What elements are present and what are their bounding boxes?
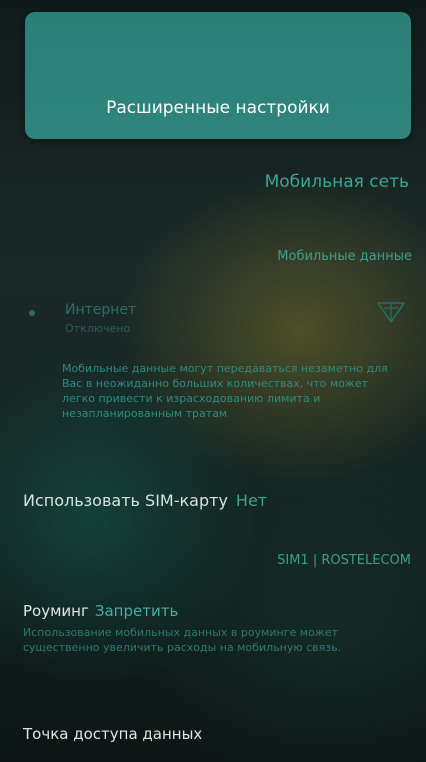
subsection-title-mobile-data: Мобильные данные bbox=[277, 249, 412, 264]
sim-card-label: Использовать SIM-карту bbox=[23, 491, 228, 510]
internet-toggle-row[interactable]: Интернет Отключено bbox=[23, 298, 413, 348]
internet-label: Интернет bbox=[65, 302, 137, 318]
roaming-value: Запретить bbox=[94, 602, 179, 620]
section-title-mobile-network: Мобильная сеть bbox=[264, 172, 409, 192]
internet-status-dot-icon bbox=[29, 310, 35, 316]
mobile-data-warning: Мобильные данные могут передаваться неза… bbox=[62, 362, 388, 420]
roaming-label: Роуминг bbox=[23, 602, 89, 620]
apn-settings-item[interactable]: Точка доступа данных bbox=[23, 725, 202, 743]
sim-card-value: Нет bbox=[235, 491, 268, 510]
sim-card-setting[interactable]: Использовать SIM-карту Нет bbox=[23, 491, 267, 510]
roaming-setting[interactable]: Роуминг Запретить bbox=[23, 602, 178, 620]
roaming-description: Использование мобильных данных в роуминг… bbox=[23, 626, 342, 654]
header-card: Расширенные настройки bbox=[25, 12, 411, 139]
internet-status: Отключено bbox=[65, 322, 131, 335]
page-title: Расширенные настройки bbox=[106, 98, 330, 118]
sim-card-name[interactable]: SIM1 | ROSTELECOM bbox=[277, 553, 411, 568]
mobile-signal-icon bbox=[375, 300, 407, 326]
